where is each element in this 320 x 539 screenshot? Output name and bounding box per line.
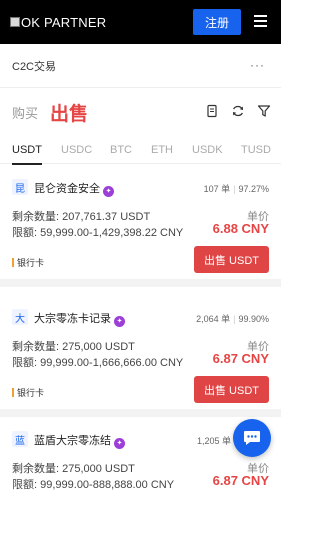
listing-card: 昆 昆仑资金安全 ✦ 107 单 | 97.27% 剩余数量: 207,761.37 … bbox=[0, 165, 281, 287]
coin-tabs: USDT USDC BTC ETH USDK TUSD bbox=[0, 136, 281, 165]
completion-rate: 97.27% bbox=[238, 184, 269, 194]
avatar: 昆 bbox=[12, 179, 28, 195]
tab-eth[interactable]: ETH bbox=[151, 136, 173, 164]
verified-badge-icon: ✦ bbox=[103, 186, 114, 197]
tab-usdc[interactable]: USDC bbox=[61, 136, 92, 164]
merchant-name-text: 昆仑资金安全 bbox=[34, 183, 100, 195]
tab-sell[interactable]: 出售 bbox=[50, 99, 88, 126]
tab-btc[interactable]: BTC bbox=[110, 136, 132, 164]
completion-rate: 99.90% bbox=[238, 314, 269, 324]
merchant-stats: 2,064 单 | 99.90% bbox=[196, 314, 269, 324]
chat-bubble-icon bbox=[244, 431, 260, 445]
available-quantity: 剩余数量: 275,000 USDT bbox=[12, 463, 135, 475]
merchant-name-text: 大宗零冻卡记录 bbox=[34, 313, 111, 325]
sell-usdt-button[interactable]: 出售 USDT bbox=[194, 376, 269, 403]
payment-method-label: 银行卡 bbox=[17, 388, 45, 398]
register-button[interactable]: 注册 bbox=[193, 9, 241, 35]
trade-mode-tabs: 购买 出售 bbox=[0, 88, 281, 136]
page-title: C2C交易 bbox=[12, 60, 57, 73]
verified-badge-icon: ✦ bbox=[114, 316, 125, 327]
price-value: 6.87 CNY bbox=[212, 473, 269, 488]
bank-card-marker-icon bbox=[12, 388, 14, 397]
listing-card: 大 大宗零冻卡记录 ✦ 2,064 单 | 99.90% 剩余数量: 275,000 … bbox=[0, 295, 281, 417]
bank-card-marker-icon bbox=[12, 258, 14, 267]
chat-support-button[interactable] bbox=[233, 419, 271, 457]
refresh-icon[interactable] bbox=[231, 104, 245, 118]
tab-tusd[interactable]: TUSD bbox=[241, 136, 271, 164]
available-quantity: 剩余数量: 275,000 USDT bbox=[12, 341, 135, 353]
payment-method: 银行卡 bbox=[12, 386, 44, 399]
merchant-stats: 1,205 单 bbox=[197, 434, 231, 447]
available-quantity: 剩余数量: 207,761.37 USDT bbox=[12, 211, 151, 223]
orders-document-icon[interactable] bbox=[205, 104, 219, 118]
tab-usdk[interactable]: USDK bbox=[192, 136, 223, 164]
filter-icon[interactable] bbox=[257, 104, 271, 118]
verified-badge-icon: ✦ bbox=[114, 438, 125, 449]
logo-text: OK PARTNER bbox=[21, 14, 107, 30]
page-header: C2C交易 ··· bbox=[0, 44, 281, 88]
order-count: 107 单 bbox=[203, 184, 231, 194]
avatar: 蓝 bbox=[12, 431, 28, 447]
hamburger-menu-icon[interactable] bbox=[254, 15, 267, 27]
tab-usdt[interactable]: USDT bbox=[12, 136, 42, 165]
merchant-name[interactable]: 蓝盾大宗零冻结 ✦ bbox=[34, 432, 125, 449]
price-value: 6.88 CNY bbox=[212, 221, 269, 236]
payment-method: 银行卡 bbox=[12, 256, 44, 269]
price-value: 6.87 CNY bbox=[212, 351, 269, 366]
order-count: 2,064 单 bbox=[196, 314, 231, 324]
merchant-name[interactable]: 大宗零冻卡记录 ✦ bbox=[34, 310, 125, 327]
logo-icon bbox=[10, 17, 20, 27]
sell-usdt-button[interactable]: 出售 USDT bbox=[194, 246, 269, 273]
order-count: 1,205 单 bbox=[196, 436, 231, 446]
merchant-name[interactable]: 昆仑资金安全 ✦ bbox=[34, 180, 114, 197]
payment-method-label: 银行卡 bbox=[17, 258, 45, 268]
merchant-stats: 107 单 | 97.27% bbox=[203, 184, 269, 194]
merchant-name-text: 蓝盾大宗零冻结 bbox=[34, 435, 111, 447]
trade-limit: 限额: 99,999.00-1,666,666.00 CNY bbox=[12, 357, 184, 369]
trade-limit: 限额: 59,999.00-1,429,398.22 CNY bbox=[12, 227, 184, 239]
more-options-icon[interactable]: ··· bbox=[250, 58, 265, 72]
avatar: 大 bbox=[12, 309, 28, 325]
trade-limit: 限额: 99,999.00-888,888.00 CNY bbox=[12, 479, 175, 491]
tab-buy[interactable]: 购买 bbox=[12, 103, 38, 122]
logo[interactable]: OK PARTNER bbox=[10, 15, 106, 30]
top-nav: OK PARTNER 注册 bbox=[0, 0, 281, 44]
